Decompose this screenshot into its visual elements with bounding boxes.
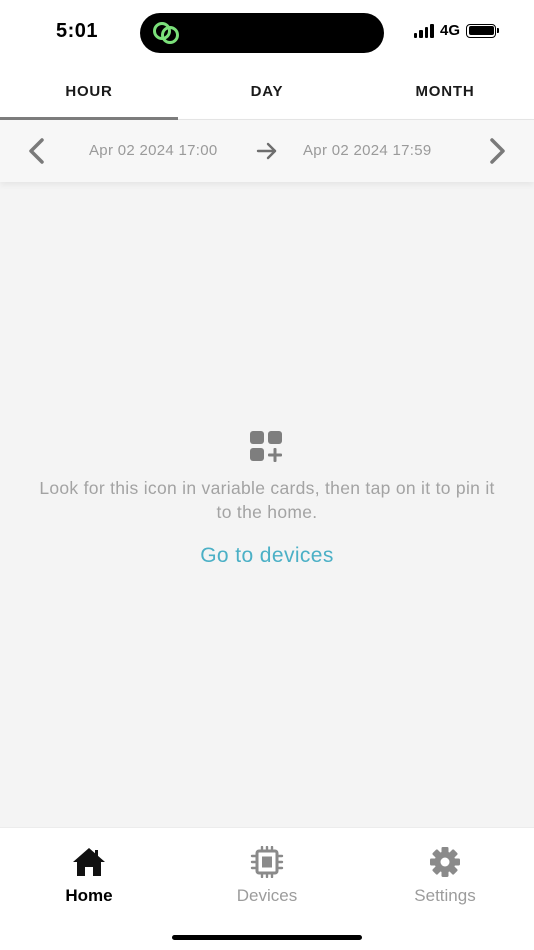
status-indicators: 4G (413, 22, 499, 39)
dynamic-island (140, 13, 384, 53)
date-range-bar: Apr 02 2024 17:00 Apr 02 2024 17:59 (0, 120, 534, 182)
go-to-devices-link[interactable]: Go to devices (200, 544, 334, 568)
empty-state-message: Look for this icon in variable cards, th… (39, 478, 495, 522)
signal-icon (413, 23, 434, 38)
nav-settings[interactable]: Settings (356, 846, 534, 906)
nav-devices-label: Devices (236, 886, 298, 905)
status-bar: 5:01 4G (0, 0, 534, 64)
chevron-left-icon (29, 138, 44, 164)
empty-state: Look for this icon in variable cards, th… (0, 430, 534, 568)
nav-settings-label: Settings (414, 886, 476, 905)
next-period-button[interactable] (482, 136, 512, 166)
arrow-right-icon (256, 142, 277, 160)
home-indicator (172, 935, 362, 940)
chip-icon (250, 846, 284, 878)
range-end-date: Apr 02 2024 17:59 (303, 142, 432, 159)
home-icon (73, 848, 105, 876)
status-time: 5:01 (56, 20, 99, 42)
network-type: 4G (439, 22, 460, 39)
period-tabs: HOUR DAY MONTH (0, 64, 534, 120)
tab-day[interactable]: DAY (178, 64, 356, 119)
nav-home[interactable]: Home (0, 846, 178, 906)
battery-icon (466, 23, 499, 38)
tab-hour[interactable]: HOUR (0, 64, 178, 120)
bottom-navigation: Home Devices Settings (0, 827, 534, 950)
previous-period-button[interactable] (22, 136, 52, 166)
link-icon (153, 22, 179, 44)
chevron-right-icon (490, 138, 505, 164)
tab-month[interactable]: MONTH (356, 64, 534, 119)
range-start-date: Apr 02 2024 17:00 (89, 142, 218, 159)
gear-icon (430, 847, 460, 877)
dashboard-add-icon (250, 431, 282, 462)
nav-devices[interactable]: Devices (178, 846, 356, 906)
nav-home-label: Home (65, 886, 113, 905)
